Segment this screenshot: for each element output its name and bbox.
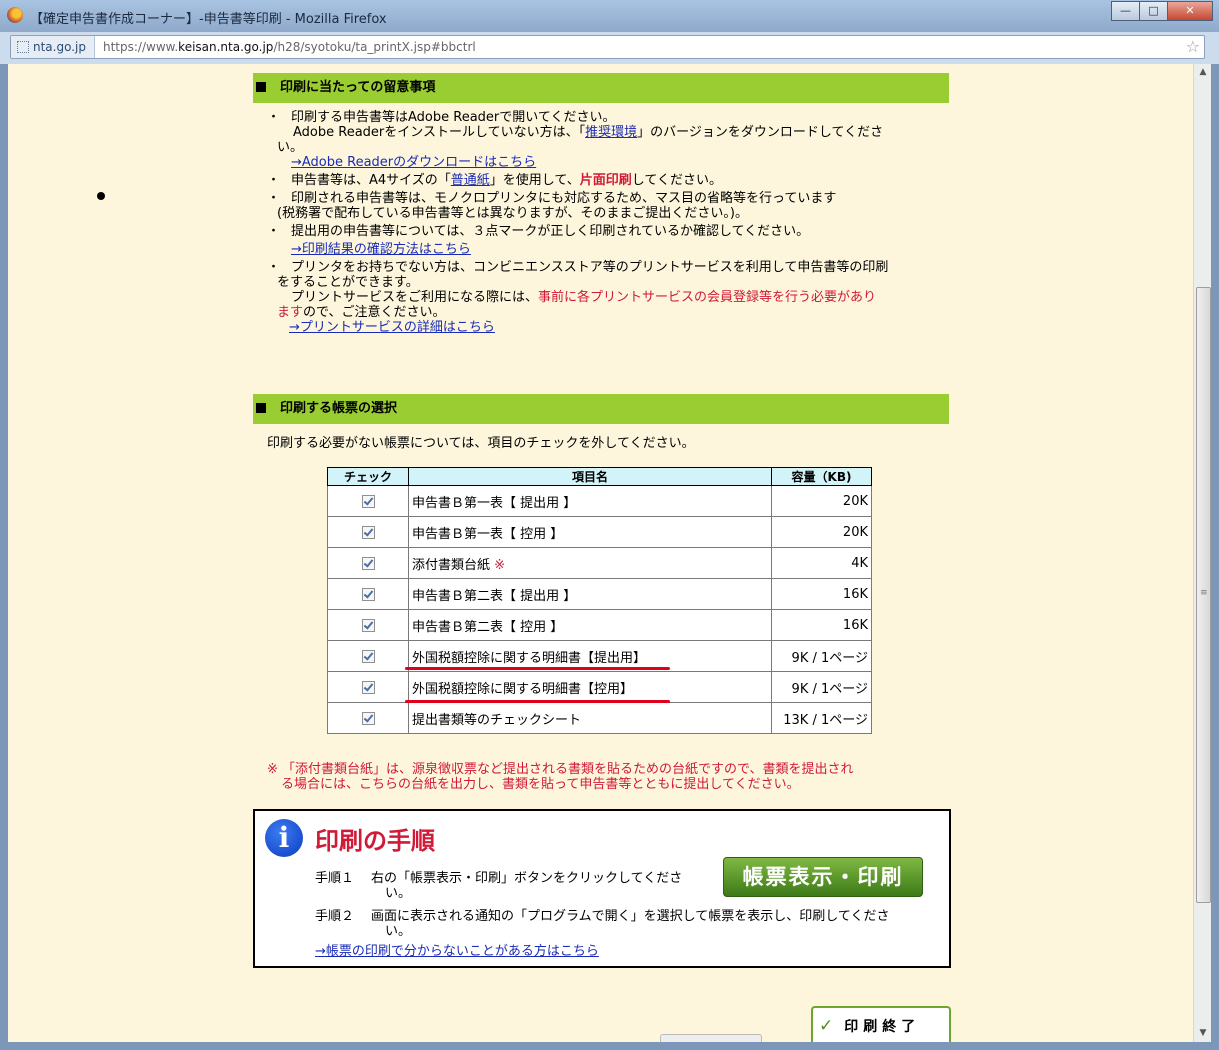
print-notes: ・ 印刷する申告書等はAdobe Readerで開いてください。 Adobe R… xyxy=(267,110,937,335)
row-checkbox[interactable] xyxy=(361,525,375,539)
note-three-marks: ・ 提出用の申告書等については、３点マークが正しく印刷されているか確認してくださ… xyxy=(267,224,810,239)
print-service-link[interactable]: →プリントサービスの詳細はこちら xyxy=(289,320,495,335)
table-row: 申告書Ｂ第二表【 提出用 】 16K xyxy=(327,578,872,610)
window-titlebar[interactable]: 【確定申告書作成コーナー】-申告書等印刷 - Mozilla Firefox —… xyxy=(0,0,1219,32)
display-print-button[interactable]: 帳票表示・印刷 xyxy=(723,857,923,897)
row-name: 添付書類台紙 ※ xyxy=(408,547,772,579)
navigation-bar: nta.go.jp https://www.keisan.nta.go.jp/h… xyxy=(0,32,1219,64)
step-2-text: 画面に表示される通知の「プログラムで開く」を選択して帳票を表示し、印刷してくださ… xyxy=(371,909,890,939)
page-viewport: 印刷に当たっての留意事項 ・ 印刷する申告書等はAdobe Readerで開いて… xyxy=(8,64,1193,1042)
row-size: 9K / 1ページ xyxy=(771,640,872,672)
minimize-button[interactable]: — xyxy=(1111,1,1140,21)
row-name: 申告書Ｂ第二表【 控用 】 xyxy=(408,609,772,641)
uncheck-instruction: 印刷する必要がない帳票については、項目のチェックを外してください。 xyxy=(267,436,695,451)
table-row: 申告書Ｂ第一表【 提出用 】 20K xyxy=(327,485,872,517)
select-section-header: 印刷する帳票の選択 xyxy=(253,394,949,424)
table-row: 提出書類等のチェックシート 13K / 1ページ xyxy=(327,702,872,734)
step-1-text: 右の「帳票表示・印刷」ボタンをクリックしてくださ い。 xyxy=(371,871,683,901)
note-monochrome: ・ 印刷される申告書等は、モノクロプリンタにも対応するため、マス目の省略等を行っ… xyxy=(267,191,837,206)
row-checkbox[interactable] xyxy=(361,680,375,694)
url-bar[interactable]: nta.go.jp https://www.keisan.nta.go.jp/h… xyxy=(10,35,1205,59)
row-checkbox[interactable] xyxy=(361,649,375,663)
firefox-icon xyxy=(7,7,23,23)
help-link-wrap: →帳票の印刷で分からないことがある方はこちら xyxy=(315,944,599,959)
square-bullet-icon xyxy=(256,82,266,92)
scroll-down-arrow-icon[interactable]: ▼ xyxy=(1194,1025,1212,1042)
site-identity[interactable]: nta.go.jp xyxy=(11,36,95,58)
step-2-label: 手順２ xyxy=(315,909,355,924)
scroll-up-arrow-icon[interactable]: ▲ xyxy=(1194,64,1212,81)
row-checkbox[interactable] xyxy=(361,618,375,632)
row-size: 16K xyxy=(771,578,872,610)
recommended-env-link[interactable]: 推奨環境 xyxy=(585,125,637,140)
row-size: 16K xyxy=(771,609,872,641)
col-size-header: 容量（KB) xyxy=(771,467,872,486)
forms-table: チェック 項目名 容量（KB) 申告書Ｂ第一表【 提出用 】 20K 申告書Ｂ第… xyxy=(327,467,872,734)
window-frame-right xyxy=(1211,64,1219,1050)
row-size: 20K xyxy=(771,485,872,517)
row-name: 外国税額控除に関する明細書【控用】 xyxy=(408,671,772,703)
row-size: 20K xyxy=(771,516,872,548)
row-checkbox[interactable] xyxy=(361,711,375,725)
bookmark-star-icon[interactable]: ☆ xyxy=(1186,37,1200,56)
row-name: 申告書Ｂ第一表【 提出用 】 xyxy=(408,485,772,517)
table-row: 添付書類台紙 ※ 4K xyxy=(327,547,872,579)
row-checkbox[interactable] xyxy=(361,556,375,570)
mouse-cursor-dot xyxy=(97,192,105,200)
square-bullet-icon xyxy=(256,403,266,413)
scrollbar-thumb[interactable]: ≡ xyxy=(1196,287,1211,903)
vertical-scrollbar[interactable]: ▲ ≡ ▼ xyxy=(1193,64,1212,1042)
note-print-service: ・ プリンタをお持ちでない方は、コンビニエンスストア等のプリントサービスを利用し… xyxy=(267,260,889,275)
note-paper: ・ 申告書等は、A4サイズの「普通紙」を使用して、片面印刷してください。 xyxy=(267,173,723,188)
row-size: 4K xyxy=(771,547,872,579)
procedure-title: 印刷の手順 xyxy=(315,827,435,855)
row-checkbox[interactable] xyxy=(361,494,375,508)
plain-paper-link[interactable]: 普通紙 xyxy=(451,173,490,188)
url-text[interactable]: https://www.keisan.nta.go.jp/h28/syotoku… xyxy=(103,36,476,58)
step-1-label: 手順１ xyxy=(315,871,355,886)
bottom-tab-stub xyxy=(660,1034,762,1042)
print-procedure-box: i 印刷の手順 手順１ 右の「帳票表示・印刷」ボタンをクリックしてくださ い。 … xyxy=(253,809,951,968)
site-icon xyxy=(17,41,29,53)
row-name: 申告書Ｂ第一表【 控用 】 xyxy=(408,516,772,548)
col-name-header: 項目名 xyxy=(408,467,772,486)
attachment-note-mark: ※ xyxy=(494,557,506,573)
window-controls: — □ ✕ xyxy=(1111,1,1213,21)
print-check-link[interactable]: →印刷結果の確認方法はこちら xyxy=(291,242,471,257)
row-size: 13K / 1ページ xyxy=(771,702,872,734)
window-frame-bottom xyxy=(0,1042,1219,1050)
row-size: 9K / 1ページ xyxy=(771,671,872,703)
col-check-header: チェック xyxy=(327,467,409,486)
red-underline-annotation xyxy=(405,700,670,703)
table-row: 外国税額控除に関する明細書【控用】 9K / 1ページ xyxy=(327,671,872,703)
table-row: 申告書Ｂ第二表【 控用 】 16K xyxy=(327,609,872,641)
row-name: 申告書Ｂ第二表【 提出用 】 xyxy=(408,578,772,610)
scroll-grip-icon: ≡ xyxy=(1200,588,1208,598)
row-checkbox[interactable] xyxy=(361,587,375,601)
close-button[interactable]: ✕ xyxy=(1167,1,1213,21)
attachment-footnote: ※ 「添付書類台紙」は、源泉徴収票など提出される書類を貼るための台紙ですので、書… xyxy=(267,762,854,792)
row-name: 提出書類等のチェックシート xyxy=(408,702,772,734)
checkmark-icon: ✓ xyxy=(819,1016,839,1036)
print-help-link[interactable]: →帳票の印刷で分からないことがある方はこちら xyxy=(315,944,599,959)
table-row: 申告書Ｂ第一表【 控用 】 20K xyxy=(327,516,872,548)
finish-print-button[interactable]: ✓ 印刷終了 xyxy=(811,1006,951,1042)
info-icon: i xyxy=(265,819,303,857)
window-title: 【確定申告書作成コーナー】-申告書等印刷 - Mozilla Firefox xyxy=(30,12,387,27)
note-adobe: ・ 印刷する申告書等はAdobe Readerで開いてください。 Adobe R… xyxy=(267,110,884,140)
adobe-download-link[interactable]: →Adobe Readerのダウンロードはこちら xyxy=(291,155,536,170)
maximize-button[interactable]: □ xyxy=(1139,1,1168,21)
red-underline-annotation xyxy=(405,667,670,670)
site-name: nta.go.jp xyxy=(33,40,86,54)
notes-section-header: 印刷に当たっての留意事項 xyxy=(253,73,949,103)
